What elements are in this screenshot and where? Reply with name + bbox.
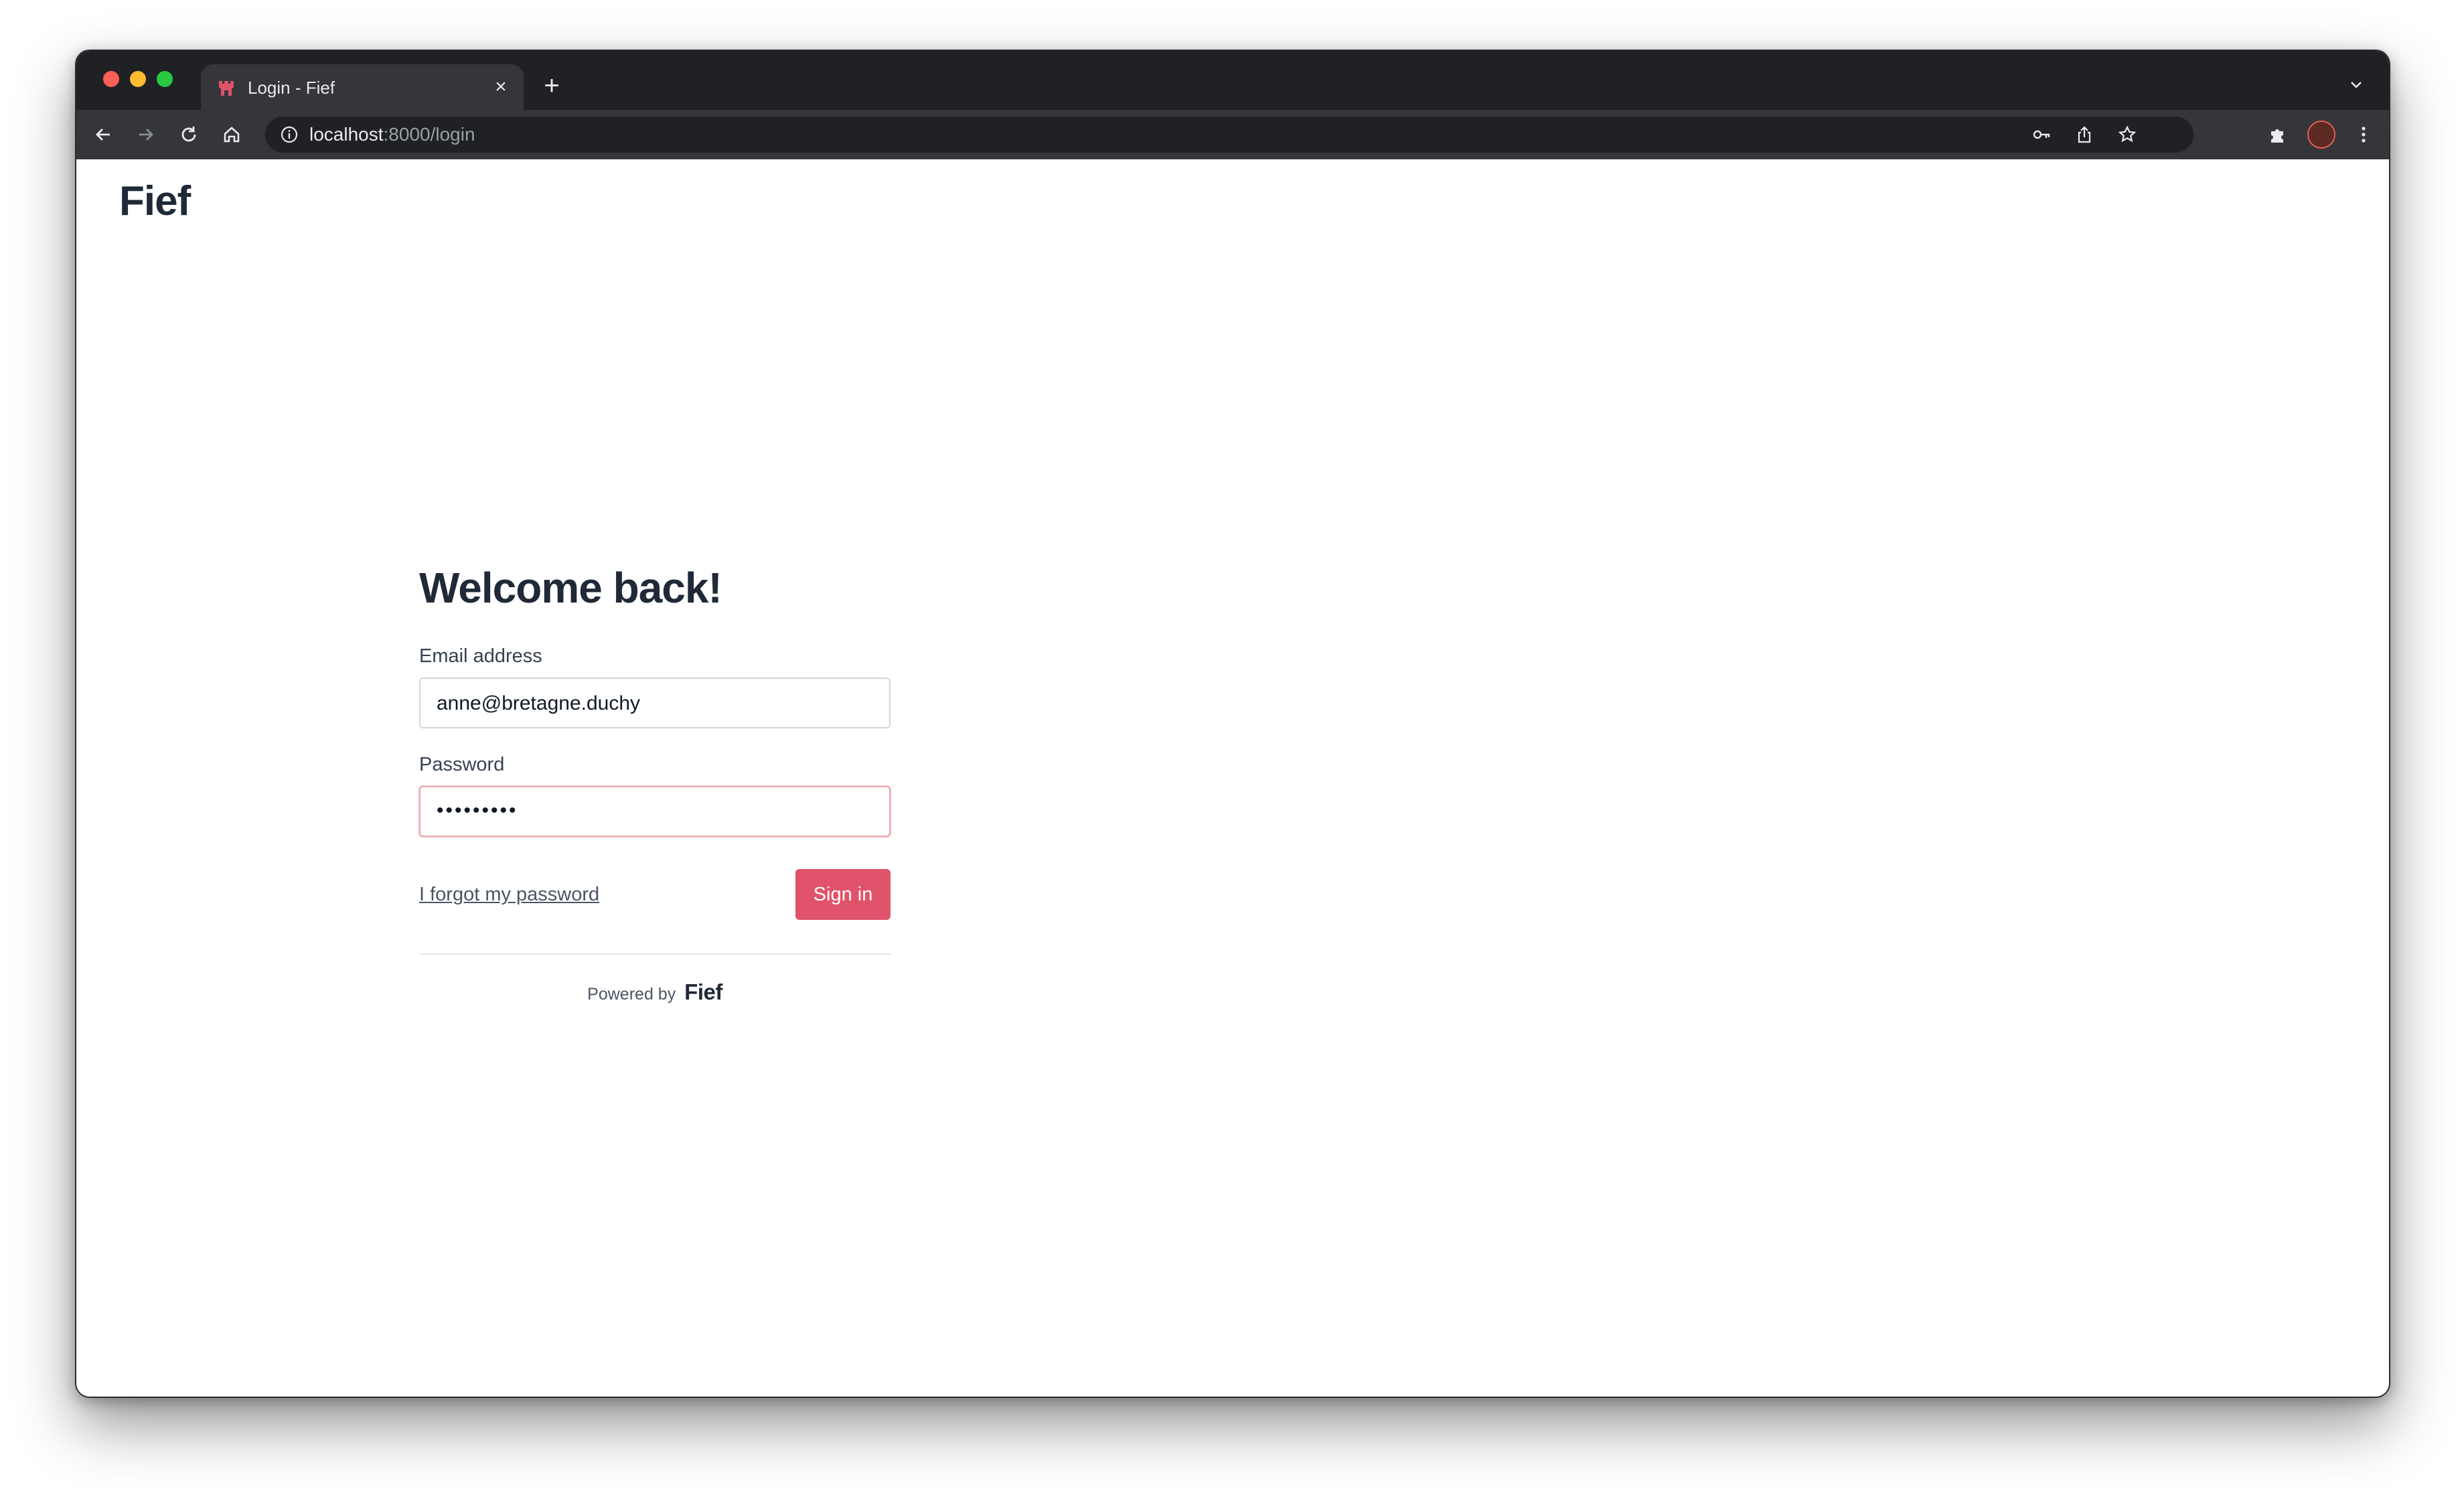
powered-by-footer: Powered by Fief [419, 980, 891, 1006]
info-icon[interactable] [280, 125, 299, 144]
close-window-button[interactable] [103, 71, 119, 87]
page-title: Welcome back! [419, 564, 722, 612]
page-content: Fief Welcome back! Email address anne@br… [76, 159, 2389, 1397]
powered-by-brand[interactable]: Fief [684, 979, 722, 1004]
password-field[interactable]: ••••••••• [419, 786, 891, 837]
minimize-window-button[interactable] [130, 71, 146, 87]
forgot-password-link[interactable]: I forgot my password [419, 882, 599, 907]
tab-title: Login - Fief [248, 78, 335, 98]
close-tab-icon[interactable]: × [490, 76, 512, 98]
sign-in-button[interactable]: Sign in [795, 869, 891, 920]
key-icon[interactable] [2031, 125, 2052, 145]
back-arrow-icon[interactable] [91, 123, 115, 147]
maximize-window-button[interactable] [157, 71, 173, 87]
url-text[interactable]: localhost:8000/login [309, 123, 475, 146]
kebab-menu-icon[interactable] [2352, 123, 2376, 147]
forward-arrow-icon[interactable] [134, 123, 158, 147]
password-label: Password [419, 754, 505, 775]
email-field[interactable]: anne@bretagne.duchy [419, 678, 891, 728]
home-icon[interactable] [220, 123, 244, 147]
address-bar[interactable]: localhost:8000/login [265, 116, 2193, 153]
chevron-down-icon[interactable] [2346, 75, 2366, 95]
puzzle-icon[interactable] [2266, 123, 2290, 147]
castle-favicon-icon [219, 81, 234, 96]
share-icon[interactable] [2074, 125, 2094, 145]
url-host: localhost [309, 124, 384, 145]
browser-toolbar: localhost:8000/login [76, 110, 2389, 159]
login-form: Welcome back! Email address anne@bretagn… [419, 561, 891, 1006]
reload-icon[interactable] [177, 123, 201, 147]
divider [419, 953, 891, 955]
email-label: Email address [419, 645, 542, 667]
tab-login[interactable]: Login - Fief × [201, 64, 524, 110]
password-value: ••••••••• [437, 799, 518, 821]
form-actions: I forgot my password Sign in [419, 869, 891, 920]
profile-avatar[interactable] [2307, 121, 2335, 149]
brand-logo[interactable]: Fief [119, 173, 191, 230]
powered-by-text: Powered by [587, 985, 676, 1004]
tab-bar: Login - Fief × + [76, 51, 2389, 110]
new-tab-button[interactable]: + [538, 72, 565, 99]
screen: Login - Fief × + localhost:8000/login Fi… [0, 0, 2464, 1497]
url-path: :8000/login [383, 124, 475, 145]
browser-window: Login - Fief × + localhost:8000/login Fi… [75, 50, 2390, 1398]
email-value: anne@bretagne.duchy [437, 692, 641, 714]
star-icon[interactable] [2117, 125, 2137, 145]
